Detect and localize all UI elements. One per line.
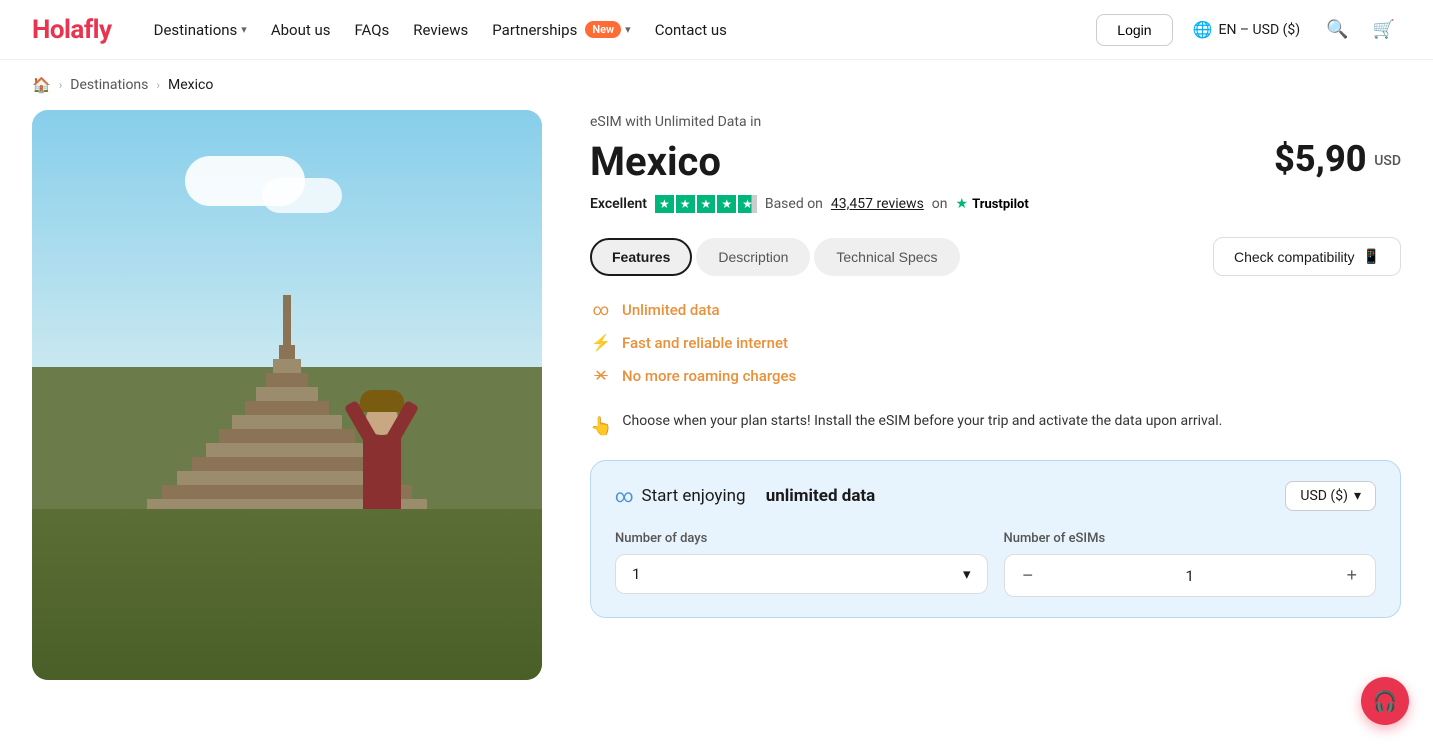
phone-check-icon: 📱 — [1363, 248, 1380, 265]
product-title: Mexico — [590, 138, 721, 185]
tp-star-icon: ★ — [956, 196, 969, 212]
lightning-icon: ⚡ — [590, 333, 612, 352]
language-selector[interactable]: 🌐 EN – USD ($) — [1185, 14, 1309, 45]
search-icon[interactable]: 🔍 — [1320, 13, 1354, 46]
login-button[interactable]: Login — [1096, 14, 1172, 46]
reviews-text: Based on — [765, 196, 823, 212]
check-compatibility-button[interactable]: Check compatibility 📱 — [1213, 237, 1401, 276]
trustpilot-logo: ★ Trustpilot — [956, 196, 1029, 212]
nav-partnerships[interactable]: Partnerships New ▾ — [482, 13, 640, 47]
reviews-on: on — [932, 196, 948, 212]
increment-esims-button[interactable]: + — [1328, 555, 1375, 596]
product-price: $5,90 — [1274, 138, 1366, 180]
new-badge: New — [585, 21, 621, 38]
decrement-esims-button[interactable]: − — [1005, 555, 1052, 596]
chevron-down-icon: ▾ — [241, 23, 247, 36]
feature-text-roaming: No more roaming charges — [622, 367, 796, 385]
cart-icon[interactable]: 🛒 — [1367, 13, 1401, 46]
breadcrumb-sep-2: › — [156, 78, 160, 92]
star-4: ★ — [717, 195, 736, 213]
price-currency: USD — [1374, 153, 1401, 169]
no-roaming-icon: ✕ — [590, 366, 612, 385]
chevron-down-icon: ▾ — [963, 565, 971, 583]
feature-item-data: ∞ Unlimited data — [590, 300, 1401, 319]
nav-destinations[interactable]: Destinations ▾ — [144, 13, 257, 47]
cart-wrapper: 🛒 — [1367, 19, 1401, 40]
feature-text-internet: Fast and reliable internet — [622, 334, 788, 352]
main-content: eSIM with Unlimited Data in Mexico $5,90… — [0, 110, 1433, 720]
feature-item-internet: ⚡ Fast and reliable internet — [590, 333, 1401, 352]
star-1: ★ — [655, 195, 674, 213]
price-section: $5,90 USD — [1274, 138, 1401, 180]
breadcrumb-sep: › — [59, 78, 63, 92]
nav-about[interactable]: About us — [261, 13, 341, 47]
product-subtitle: eSIM with Unlimited Data in — [590, 114, 1401, 130]
chevron-down-icon: ▾ — [625, 23, 631, 36]
esims-label: Number of eSIMs — [1004, 531, 1377, 546]
plan-selector: ∞ Start enjoying unlimited data USD ($) … — [590, 460, 1401, 618]
nav-faqs[interactable]: FAQs — [344, 13, 399, 47]
headset-icon: 🎧 — [1373, 689, 1398, 713]
days-selector[interactable]: 1 ▾ — [615, 554, 988, 594]
nav-reviews[interactable]: Reviews — [403, 13, 478, 47]
infinity-icon: ∞ — [590, 300, 612, 319]
header: Holafly Destinations ▾ About us FAQs Rev… — [0, 0, 1433, 60]
help-button[interactable]: 🎧 — [1361, 677, 1409, 725]
plan-header: ∞ Start enjoying unlimited data USD ($) … — [615, 481, 1376, 511]
feature-text-data: Unlimited data — [622, 301, 720, 319]
trustpilot-label: Trustpilot — [972, 197, 1029, 212]
tab-technical-specs[interactable]: Technical Specs — [814, 238, 959, 276]
globe-icon: 🌐 — [1193, 20, 1213, 39]
esims-field: Number of eSIMs − 1 + — [1004, 531, 1377, 597]
tabs-row: Features Description Technical Specs Che… — [590, 237, 1401, 276]
activation-info: 👆 Choose when your plan starts! Install … — [590, 405, 1401, 460]
logo[interactable]: Holafly — [32, 15, 112, 45]
product-title-row: Mexico $5,90 USD — [590, 138, 1401, 185]
esims-selector: − 1 + — [1004, 554, 1377, 597]
star-2: ★ — [676, 195, 695, 213]
reviews-link[interactable]: 43,457 reviews — [831, 196, 924, 212]
info-text: Choose when your plan starts! Install th… — [622, 411, 1222, 432]
breadcrumb-destinations[interactable]: Destinations — [70, 77, 148, 93]
esims-value: 1 — [1051, 557, 1328, 595]
product-tabs: Features Description Technical Specs — [590, 238, 960, 276]
star-5-half: ★ — [738, 195, 757, 213]
tab-description[interactable]: Description — [696, 238, 810, 276]
plan-fields: Number of days 1 ▾ Number of eSIMs − 1 + — [615, 531, 1376, 597]
home-icon[interactable]: 🏠 — [32, 76, 51, 94]
trustpilot-stars: ★ ★ ★ ★ ★ — [655, 195, 757, 213]
currency-selector[interactable]: USD ($) ▾ — [1285, 481, 1376, 511]
product-image — [32, 110, 542, 680]
days-field: Number of days 1 ▾ — [615, 531, 988, 597]
hand-icon: 👆 — [590, 413, 612, 440]
days-value: 1 — [632, 565, 640, 583]
star-3: ★ — [697, 195, 716, 213]
feature-item-roaming: ✕ No more roaming charges — [590, 366, 1401, 385]
feature-list: ∞ Unlimited data ⚡ Fast and reliable int… — [590, 300, 1401, 385]
breadcrumb: 🏠 › Destinations › Mexico — [0, 60, 1433, 110]
product-photo — [32, 110, 542, 680]
plan-infinity-icon: ∞ — [615, 486, 634, 507]
days-label: Number of days — [615, 531, 988, 546]
nav-contact[interactable]: Contact us — [645, 13, 737, 47]
rating-label: Excellent — [590, 196, 647, 212]
main-nav: Destinations ▾ About us FAQs Reviews Par… — [144, 13, 1065, 47]
breadcrumb-current: Mexico — [168, 77, 213, 93]
tab-features[interactable]: Features — [590, 238, 692, 276]
header-right: Login 🌐 EN – USD ($) 🔍 🛒 — [1096, 13, 1401, 46]
plan-title: ∞ Start enjoying unlimited data — [615, 486, 875, 507]
rating-row: Excellent ★ ★ ★ ★ ★ Based on 43,457 revi… — [590, 195, 1401, 213]
chevron-down-icon: ▾ — [1354, 488, 1361, 504]
product-info: eSIM with Unlimited Data in Mexico $5,90… — [590, 110, 1401, 680]
